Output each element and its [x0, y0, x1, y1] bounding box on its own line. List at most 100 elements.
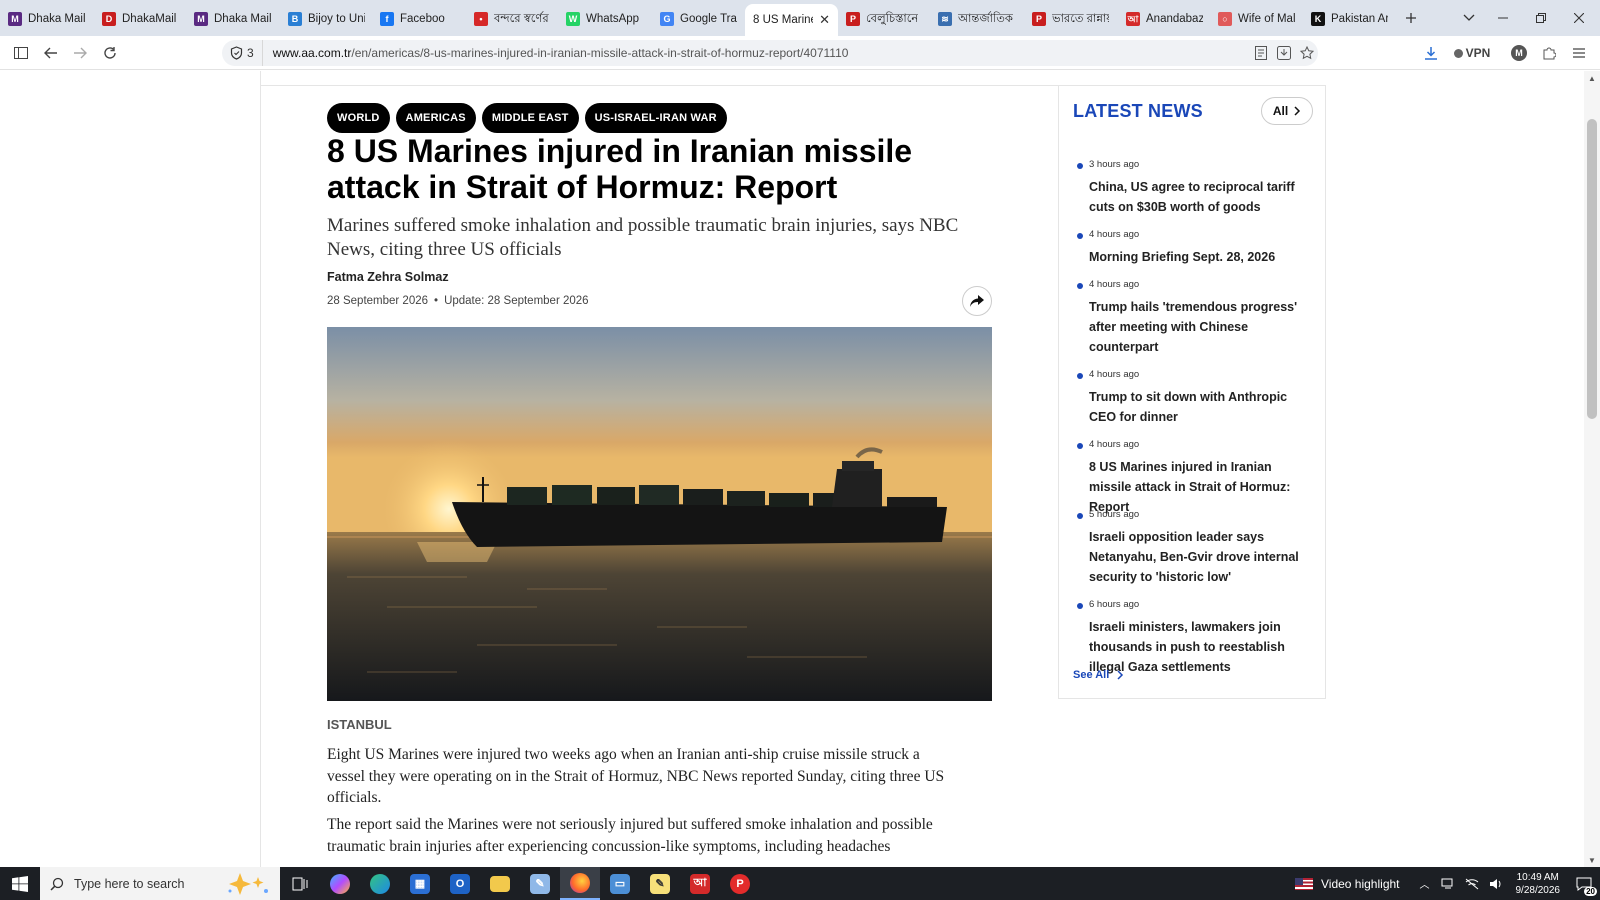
search-highlight-icon	[228, 873, 268, 895]
tag-americas[interactable]: AMERICAS	[395, 103, 476, 133]
browser-tab[interactable]: W WhatsApp	[558, 4, 651, 34]
news-title[interactable]: Israeli ministers, lawmakers join thousa…	[1089, 617, 1315, 677]
url-text[interactable]: www.aa.com.tr/en/americas/8-us-marines-i…	[263, 46, 849, 60]
scroll-down-arrow[interactable]: ▼	[1584, 853, 1600, 867]
author-name[interactable]: Fatma Zehra Solmaz	[327, 270, 449, 284]
tag-world[interactable]: WORLD	[327, 103, 390, 133]
restore-button[interactable]	[1528, 6, 1554, 30]
browser-tab[interactable]: P বেলুচিস্তানে	[838, 4, 931, 34]
browser-tab[interactable]: P ভারতে রান্নায়	[1024, 4, 1117, 34]
vpn-button[interactable]: VPN	[1452, 41, 1492, 65]
browser-tab[interactable]: • বন্দরে স্বর্ণের	[466, 4, 559, 34]
news-title[interactable]: Israeli opposition leader says Netanyahu…	[1089, 527, 1315, 587]
browser-tab[interactable]: G Google Trans	[652, 4, 745, 34]
tag-us-israel-iran-war[interactable]: US-ISRAEL-IRAN WAR	[584, 103, 727, 133]
downloads-button[interactable]	[1418, 41, 1444, 65]
taskbar-app-edge[interactable]	[360, 867, 400, 900]
account-button[interactable]: M	[1506, 41, 1532, 65]
browser-tab[interactable]: আ Anandabazar	[1118, 4, 1211, 34]
taskbar-app-file-explorer[interactable]	[480, 867, 520, 900]
start-button[interactable]	[0, 867, 40, 900]
see-all-link[interactable]: See All	[1073, 669, 1124, 681]
anandabazar-icon: আ	[690, 873, 710, 894]
prothomalo-icon: P	[730, 873, 750, 894]
wifi-off-icon[interactable]	[1465, 878, 1479, 890]
all-news-button[interactable]: All	[1261, 97, 1313, 125]
article-headline: 8 US Marines injured in Iranian missile …	[327, 133, 913, 205]
minimize-icon	[1498, 17, 1508, 19]
news-title[interactable]: Morning Briefing Sept. 28, 2026	[1089, 247, 1315, 267]
browser-tab[interactable]: M Dhaka Mail: T	[0, 4, 93, 34]
taskbar-app-outlook[interactable]: O	[440, 867, 480, 900]
video-highlight-button[interactable]: Video highlight	[1294, 877, 1400, 891]
news-title[interactable]: Trump hails 'tremendous progress' after …	[1089, 297, 1315, 357]
tab-favicon-icon: G	[660, 12, 674, 26]
reload-button[interactable]	[97, 41, 123, 65]
tab-favicon-icon: f	[380, 12, 394, 26]
browser-tab[interactable]: 8 US Marines✕	[745, 4, 838, 36]
tab-favicon-icon: D	[102, 12, 116, 26]
browser-tab[interactable]: D DhakaMail C	[94, 4, 187, 34]
taskbar-app-keyboard[interactable]: ▭	[600, 867, 640, 900]
news-time: 4 hours ago	[1089, 279, 1140, 290]
taskbar-app-store[interactable]: ▦	[400, 867, 440, 900]
taskbar-app-copilot[interactable]	[320, 867, 360, 900]
arrow-right-icon	[74, 47, 87, 59]
address-bar[interactable]: 3 www.aa.com.tr/en/americas/8-us-marines…	[222, 40, 1318, 66]
new-tab-button[interactable]	[1398, 6, 1424, 30]
tab-label: বেলুচিস্তানে	[866, 12, 919, 25]
arrow-left-icon	[44, 47, 57, 59]
list-all-tabs-button[interactable]	[1456, 6, 1482, 30]
browser-tab[interactable]: M Dhaka Mail: T	[186, 4, 279, 34]
browser-tab[interactable]: ≋ আন্তর্জাতিক	[930, 4, 1023, 34]
browser-tab[interactable]: ○ Wife of Mala	[1210, 4, 1303, 34]
network-icon[interactable]	[1441, 878, 1455, 890]
minimize-button[interactable]	[1490, 6, 1516, 30]
browser-tab[interactable]: f Faceboo	[372, 4, 465, 34]
tracker-count: 3	[247, 46, 254, 60]
news-title[interactable]: Trump to sit down with Anthropic CEO for…	[1089, 387, 1315, 427]
forward-button[interactable]	[67, 41, 93, 65]
menu-button[interactable]	[1566, 41, 1592, 65]
tab-label: Dhaka Mail: T	[28, 13, 85, 25]
taskbar-app-anandabazar[interactable]: আ	[680, 867, 720, 900]
tracking-protection-button[interactable]: 3	[222, 40, 263, 66]
taskbar-app-firefox[interactable]	[560, 867, 600, 900]
extensions-button[interactable]	[1536, 41, 1562, 65]
task-view-button[interactable]	[280, 867, 320, 900]
tab-label: Dhaka Mail: T	[214, 13, 271, 25]
share-button[interactable]	[962, 286, 992, 316]
tab-label: Bijoy to Unic	[308, 13, 365, 25]
taskbar-search-box[interactable]: Type here to search	[40, 867, 280, 900]
chevron-up-icon[interactable]: ︿	[1420, 876, 1430, 891]
scrollbar-thumb[interactable]	[1587, 119, 1597, 419]
tab-favicon-icon: ○	[1218, 12, 1232, 26]
news-title[interactable]: 8 US Marines injured in Iranian missile …	[1089, 457, 1315, 517]
back-button[interactable]	[38, 41, 64, 65]
notification-center-button[interactable]: 20	[1568, 867, 1600, 900]
star-icon	[1300, 46, 1314, 60]
close-window-button[interactable]	[1566, 6, 1592, 30]
vertical-scrollbar[interactable]: ▲ ▼	[1584, 71, 1600, 867]
scroll-up-arrow[interactable]: ▲	[1584, 71, 1600, 85]
clock[interactable]: 10:49 AM 9/28/2026	[1516, 871, 1561, 897]
browser-tab[interactable]: K Pakistan Arm	[1303, 4, 1396, 34]
shield-icon	[230, 46, 243, 60]
tag-middle-east[interactable]: MIDDLE EAST	[481, 103, 579, 133]
taskbar-app-sticky-notes[interactable]: ✎	[640, 867, 680, 900]
news-time: 4 hours ago	[1089, 439, 1140, 450]
tab-label: Wife of Mala	[1238, 13, 1295, 25]
all-news-label: All	[1272, 104, 1289, 118]
close-icon	[1574, 13, 1584, 23]
firefox-icon	[570, 872, 590, 893]
close-tab-icon[interactable]: ✕	[813, 12, 830, 28]
taskbar-app-notepad[interactable]: ✎	[520, 867, 560, 900]
web-page: WORLD AMERICAS MIDDLE EAST US-ISRAEL-IRA…	[0, 71, 1583, 867]
news-title[interactable]: China, US agree to reciprocal tariff cut…	[1089, 177, 1315, 217]
bookmark-button[interactable]	[1294, 41, 1320, 65]
reload-icon	[104, 47, 116, 59]
browser-tab[interactable]: B Bijoy to Unic	[280, 4, 373, 34]
volume-icon[interactable]	[1489, 878, 1503, 890]
sidebar-toggle-button[interactable]	[8, 41, 34, 65]
taskbar-app-prothomalo[interactable]: P	[720, 867, 760, 900]
